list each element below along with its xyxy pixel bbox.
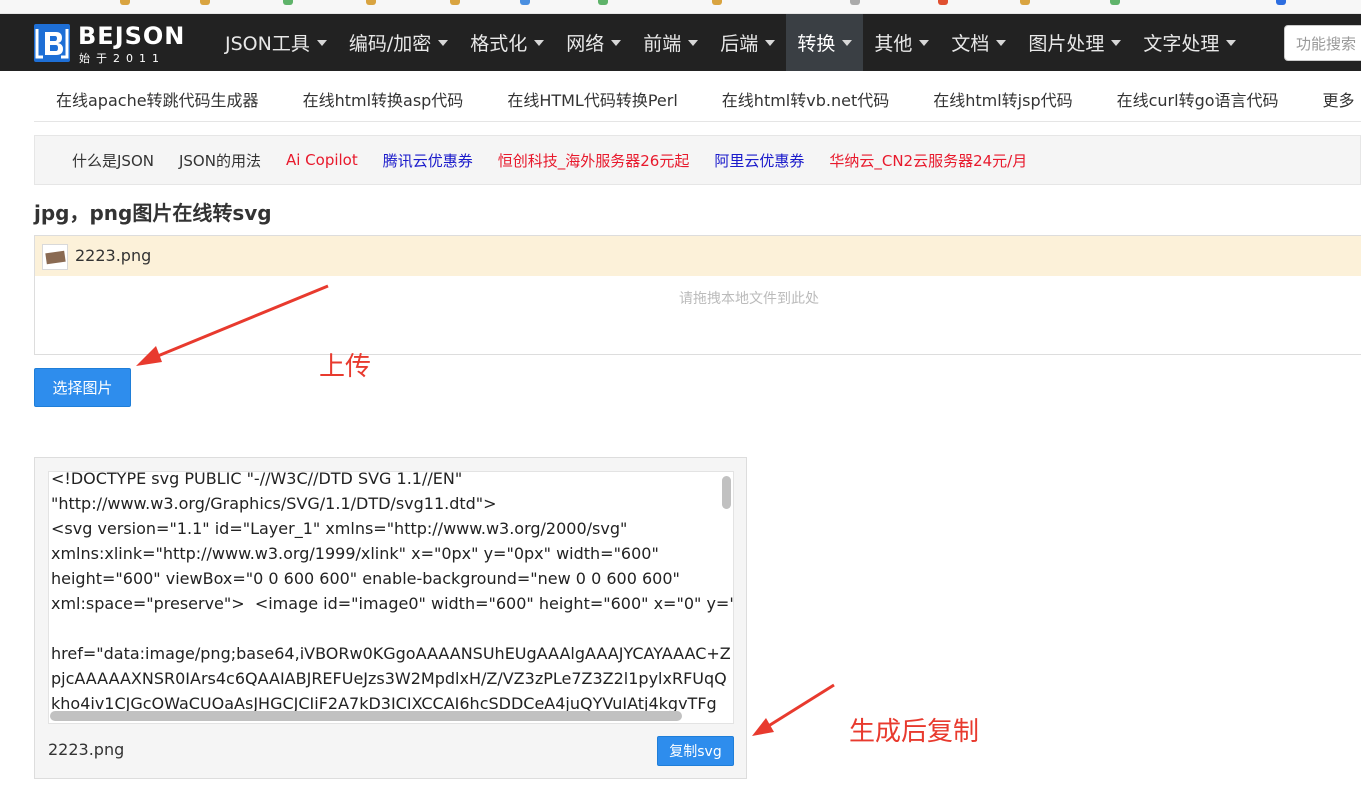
svg-code-text: <!DOCTYPE svg PUBLIC "-//W3C//DTD SVG 1.… bbox=[51, 471, 734, 716]
code-line: <!DOCTYPE svg PUBLIC "-//W3C//DTD SVG 1.… bbox=[51, 471, 463, 488]
bookmark-icon bbox=[120, 0, 130, 5]
nav-item-convert[interactable]: 转换 bbox=[786, 14, 864, 71]
nav-item-label: JSON工具 bbox=[225, 33, 310, 55]
caret-down-icon bbox=[534, 39, 545, 46]
copy-svg-button[interactable]: 复制svg bbox=[657, 736, 734, 766]
logo-b-icon bbox=[34, 24, 70, 62]
result-file-name: 2223.png bbox=[48, 740, 125, 759]
ribbon-link[interactable]: 腾讯云优惠券 bbox=[383, 150, 473, 171]
caret-down-icon bbox=[438, 39, 449, 46]
bookmark-icon bbox=[938, 0, 948, 5]
caret-down-icon bbox=[919, 39, 930, 46]
caret-down-icon bbox=[996, 39, 1007, 46]
nav-item-json-tools[interactable]: JSON工具 bbox=[214, 14, 338, 71]
bookmark-icon bbox=[1110, 0, 1120, 5]
ribbon-link[interactable]: 华纳云_CN2云服务器24元/月 bbox=[829, 150, 1027, 171]
caret-down-icon bbox=[316, 39, 327, 46]
code-line: xmlns:xlink="http://www.w3.org/1999/xlin… bbox=[51, 544, 659, 563]
nav-item-label: 后端 bbox=[720, 33, 759, 55]
bookmark-icon bbox=[450, 0, 460, 5]
nav-item-label: 前端 bbox=[643, 33, 682, 55]
nav-item-label: 编码/加密 bbox=[348, 33, 432, 55]
caret-down-icon bbox=[611, 39, 622, 46]
nav-item-encoding[interactable]: 编码/加密 bbox=[338, 14, 459, 71]
subnav-link[interactable]: 在线html转换asp代码 bbox=[281, 87, 486, 111]
file-thumbnail bbox=[42, 244, 68, 270]
code-line: <svg version="1.1" id="Layer_1" xmlns="h… bbox=[51, 519, 628, 538]
ribbon-link[interactable]: 阿里云优惠券 bbox=[714, 150, 804, 171]
nav-item-label: 文字处理 bbox=[1143, 33, 1220, 55]
nav-item-docs[interactable]: 文档 bbox=[940, 14, 1017, 71]
site-logo[interactable]: BEJSON 始于2011 bbox=[33, 22, 193, 65]
drop-hint-text: 请拖拽本地文件到此处 bbox=[679, 291, 819, 307]
svg-result-panel: <!DOCTYPE svg PUBLIC "-//W3C//DTD SVG 1.… bbox=[34, 457, 747, 779]
ribbon-link[interactable]: JSON的用法 bbox=[179, 150, 261, 171]
logo-brand-text: BEJSON bbox=[78, 22, 186, 50]
browser-bookmark-strip bbox=[0, 0, 1361, 14]
code-line: pjcAAAAAXNSR0IArs4c6QAAIABJREFUeJzs3W2Mp… bbox=[51, 669, 727, 688]
code-line: href="data:image/png;base64,iVBORw0KGgoA… bbox=[51, 644, 731, 663]
ribbon-link[interactable]: 什么是JSON bbox=[72, 150, 154, 171]
nav-item-backend[interactable]: 后端 bbox=[709, 14, 786, 71]
svg-output-textarea[interactable]: <!DOCTYPE svg PUBLIC "-//W3C//DTD SVG 1.… bbox=[48, 471, 734, 724]
select-image-button[interactable]: 选择图片 bbox=[34, 368, 131, 407]
subnav-more-link[interactable]: 更多 bbox=[1301, 87, 1361, 111]
nav-item-frontend[interactable]: 前端 bbox=[632, 14, 709, 71]
code-line: xml:space="preserve"> <image id="image0"… bbox=[51, 594, 734, 613]
subnav-link[interactable]: 在线html转jsp代码 bbox=[911, 87, 1094, 111]
ribbon-link[interactable]: Ai Copilot bbox=[286, 151, 358, 169]
code-line: "http://www.w3.org/Graphics/SVG/1.1/DTD/… bbox=[51, 494, 497, 513]
vertical-scrollbar[interactable] bbox=[722, 476, 731, 509]
caret-down-icon bbox=[1111, 39, 1122, 46]
caret-down-icon bbox=[842, 39, 853, 46]
caret-down-icon bbox=[765, 39, 776, 46]
nav-item-label: 其他 bbox=[874, 33, 913, 55]
caret-down-icon bbox=[688, 39, 699, 46]
subnav-link[interactable]: 在线html转vb.net代码 bbox=[700, 87, 911, 111]
bookmark-icon bbox=[1020, 0, 1030, 5]
feature-search-input[interactable]: 功能搜索 bbox=[1284, 25, 1361, 61]
nav-item-label: 格式化 bbox=[470, 33, 528, 55]
bookmark-icon bbox=[1276, 0, 1286, 5]
main-nav: JSON工具 编码/加密 格式化 网络 前端 后端 转换 其他 文档 图片处理 … bbox=[214, 14, 1247, 71]
uploaded-file-row: 2223.png bbox=[35, 236, 1361, 276]
caret-down-icon bbox=[1226, 39, 1237, 46]
bookmark-icon bbox=[200, 0, 210, 5]
nav-item-label: 图片处理 bbox=[1028, 33, 1105, 55]
nav-item-label: 转换 bbox=[797, 33, 836, 55]
nav-item-image[interactable]: 图片处理 bbox=[1017, 14, 1132, 71]
nav-item-label: 网络 bbox=[566, 33, 605, 55]
code-line: height="600" viewBox="0 0 600 600" enabl… bbox=[51, 569, 680, 588]
nav-item-format[interactable]: 格式化 bbox=[459, 14, 555, 71]
subnav-link[interactable]: 在线HTML代码转换Perl bbox=[485, 87, 699, 111]
uploaded-file-name: 2223.png bbox=[75, 246, 152, 265]
nav-item-network[interactable]: 网络 bbox=[555, 14, 632, 71]
annotation-arrow-upload-icon bbox=[136, 284, 329, 366]
nav-item-other[interactable]: 其他 bbox=[863, 14, 940, 71]
bookmark-icon bbox=[366, 0, 376, 5]
bookmark-icon bbox=[598, 0, 608, 5]
annotation-upload-text: 上传 bbox=[319, 352, 372, 382]
bookmark-icon bbox=[520, 0, 530, 5]
bookmark-icon bbox=[850, 0, 860, 5]
subnav-link[interactable]: 在线apache转跳代码生成器 bbox=[34, 87, 281, 111]
subnav-link[interactable]: 在线curl转go语言代码 bbox=[1095, 87, 1301, 111]
annotation-arrow-copy-icon bbox=[752, 683, 835, 736]
ribbon-link[interactable]: 恒创科技_海外服务器26元起 bbox=[498, 150, 690, 171]
annotation-copy-text: 生成后复制 bbox=[849, 717, 980, 747]
page-title: jpg，png图片在线转svg bbox=[34, 201, 272, 225]
nav-item-text[interactable]: 文字处理 bbox=[1132, 14, 1247, 71]
sub-nav-links: 在线apache转跳代码生成器 在线html转换asp代码 在线HTML代码转换… bbox=[34, 76, 1361, 122]
bookmark-icon bbox=[712, 0, 722, 5]
bookmark-icon bbox=[283, 0, 293, 5]
logo-since-text: 始于2011 bbox=[79, 52, 165, 65]
horizontal-scrollbar[interactable] bbox=[50, 711, 682, 721]
top-navbar: BEJSON 始于2011 JSON工具 编码/加密 格式化 网络 前端 后端 … bbox=[0, 14, 1361, 71]
promo-ribbon: 什么是JSON JSON的用法 Ai Copilot 腾讯云优惠券 恒创科技_海… bbox=[34, 135, 1361, 185]
nav-item-label: 文档 bbox=[951, 33, 990, 55]
